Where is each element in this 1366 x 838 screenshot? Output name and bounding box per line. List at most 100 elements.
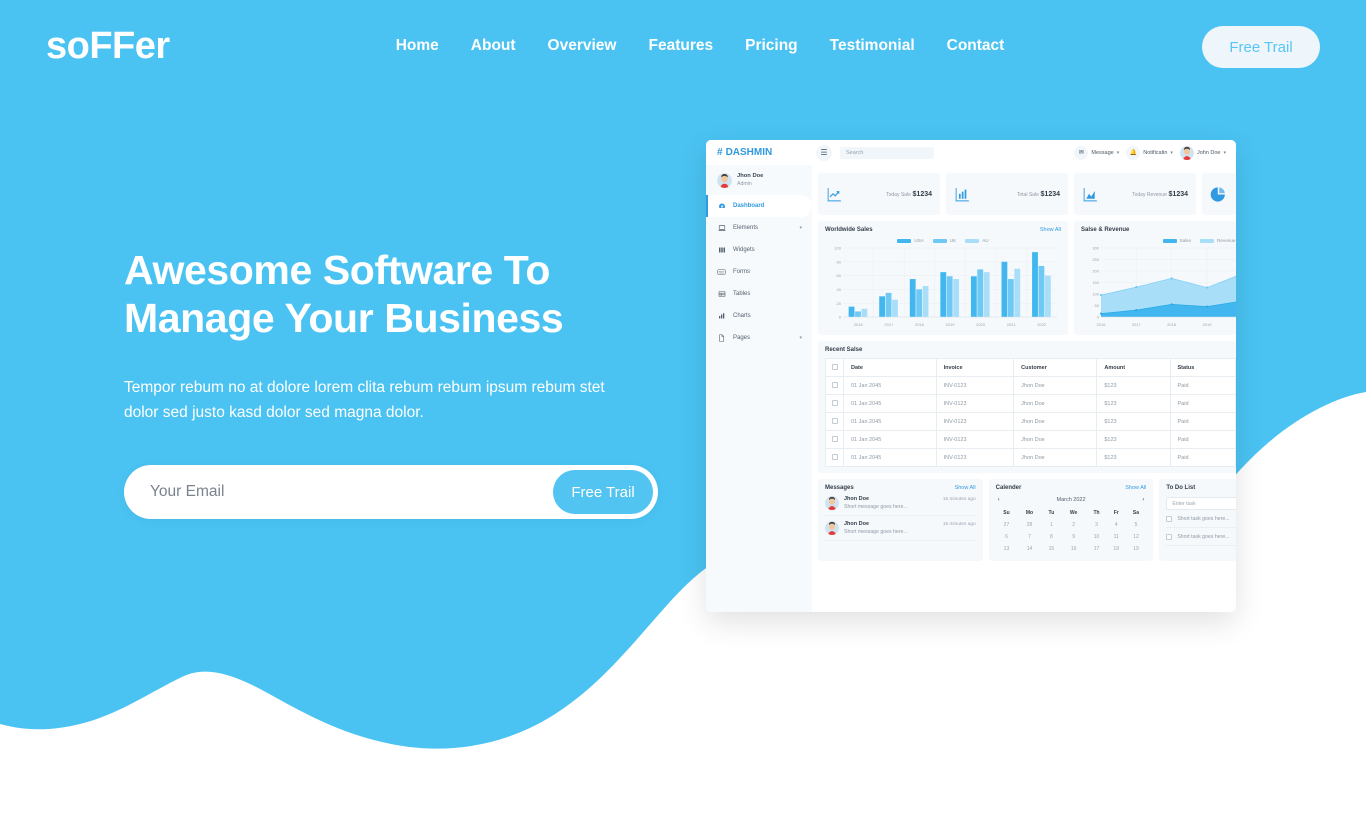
stat-label: Today Revenue <box>1132 191 1167 198</box>
brand-logo[interactable]: soFFer <box>46 27 170 65</box>
calendar-weekday: Th <box>1093 510 1100 516</box>
line-chart-icon <box>826 186 843 203</box>
table-header-row: Date Invoice Customer Amount Status Acti… <box>825 358 1236 377</box>
nav-link-contact[interactable]: Contact <box>947 37 1005 55</box>
svg-text:100: 100 <box>834 246 841 251</box>
sidebar-item-pages[interactable]: Pages ▾ <box>706 327 812 349</box>
legend-swatch <box>897 238 912 243</box>
row-checkbox[interactable] <box>831 417 838 424</box>
stat-card-today-revenue[interactable]: Today Revenue $1234 <box>1074 173 1196 215</box>
calendar-day[interactable]: 15 <box>1042 543 1061 555</box>
nav-free-trial-button[interactable]: Free Trail <box>1202 26 1320 68</box>
stat-card-today-sale[interactable]: Today Sale $1234 <box>818 173 940 215</box>
nav-link-testimonial[interactable]: Testimonial <box>830 37 915 55</box>
keyboard-icon <box>717 268 726 276</box>
calendar-day[interactable]: 18 <box>1107 543 1126 555</box>
row-select-cell[interactable] <box>825 430 844 449</box>
sidebar-item-forms[interactable]: Forms <box>706 261 812 283</box>
row-checkbox[interactable] <box>831 399 838 406</box>
row-select-cell[interactable] <box>825 412 844 431</box>
column-header-customer: Customer <box>1013 358 1098 377</box>
legend-item-revenue: Revenue <box>1200 238 1235 243</box>
hero-title: Awesome Software To Manage Your Business <box>124 246 684 342</box>
calendar-day[interactable]: 2 <box>1061 519 1086 531</box>
row-checkbox[interactable] <box>831 381 838 388</box>
calendar-day[interactable]: 13 <box>996 543 1018 555</box>
chevron-right-icon[interactable]: › <box>1142 497 1144 503</box>
nav-link-pricing[interactable]: Pricing <box>745 37 798 55</box>
sidebar-item-elements[interactable]: Elements ▾ <box>706 217 812 239</box>
stat-card-total-revenue[interactable]: Total Revenue $1234 <box>1202 173 1236 215</box>
chevron-down-icon: ▾ <box>1116 149 1120 156</box>
show-all-link[interactable]: Show All <box>1125 485 1146 491</box>
sidebar-item-tables[interactable]: Tables <box>706 283 812 305</box>
chevron-left-icon[interactable]: ‹ <box>998 497 1000 503</box>
calendar-day[interactable]: 5 <box>1126 519 1147 531</box>
cell-status: Paid <box>1169 412 1236 431</box>
cell-amount: $123 <box>1096 448 1171 467</box>
calendar-day[interactable]: 10 <box>1086 531 1107 543</box>
user-menu[interactable]: John Doe ▾ <box>1179 145 1226 160</box>
sidebar-item-widgets[interactable]: Widgets <box>706 239 812 261</box>
nav-link-overview[interactable]: Overview <box>548 37 617 55</box>
email-input[interactable] <box>150 483 553 501</box>
sidebar-item-label: Dashboard <box>733 203 765 209</box>
calendar-day[interactable]: 11 <box>1107 531 1126 543</box>
sidebar-user[interactable]: Jhon Doe Admin <box>706 168 812 195</box>
row-checkbox[interactable] <box>831 435 838 442</box>
calendar-day[interactable]: 9 <box>1061 531 1086 543</box>
sidebar-item-dashboard[interactable]: Dashboard <box>706 195 812 217</box>
message-menu[interactable]: ✉ Message ▾ <box>1074 145 1120 160</box>
calendar-day[interactable]: 1 <box>1042 519 1061 531</box>
row-select-cell[interactable] <box>825 376 844 395</box>
calendar-day[interactable]: 28 <box>1017 519 1041 531</box>
calendar-day[interactable]: 4 <box>1107 519 1126 531</box>
message-item[interactable]: Jhon Doe 15 minutes ago Short message goes… <box>825 516 976 541</box>
panel-title: Messages <box>825 485 854 491</box>
stat-card-total-sale[interactable]: Total Sale $1234 <box>946 173 1068 215</box>
nav-link-about[interactable]: About <box>471 37 516 55</box>
calendar-day[interactable]: 14 <box>1017 543 1041 555</box>
avatar <box>1179 145 1194 160</box>
row-checkbox[interactable] <box>831 453 838 460</box>
calendar-day[interactable]: 6 <box>996 531 1018 543</box>
cell-date: 01 Jan 2045 <box>843 394 937 413</box>
nav-link-features[interactable]: Features <box>648 37 713 55</box>
row-select-cell[interactable] <box>825 448 844 467</box>
dashboard-topbar-actions: ✉ Message ▾ 🔔 Notificatin ▾ John Doe ▾ <box>1074 145 1236 160</box>
show-all-link[interactable]: Show All <box>1040 227 1061 233</box>
panel-title: Calender <box>995 485 1022 491</box>
todo-checkbox[interactable] <box>1166 533 1173 540</box>
calendar-day[interactable]: 3 <box>1086 519 1107 531</box>
hero-free-trial-button[interactable]: Free Trail <box>553 470 653 514</box>
calendar-day[interactable]: 8 <box>1042 531 1061 543</box>
sidebar-item-charts[interactable]: Charts <box>706 305 812 327</box>
calendar-day[interactable]: 12 <box>1126 531 1147 543</box>
legend-label: Salse <box>1179 238 1192 243</box>
svg-text:2017: 2017 <box>884 322 894 327</box>
notification-menu[interactable]: 🔔 Notificatin ▾ <box>1126 145 1173 160</box>
cell-customer: Jhon Doe <box>1013 412 1098 431</box>
show-all-link[interactable]: Show All <box>955 485 976 491</box>
nav-link-home[interactable]: Home <box>396 37 439 55</box>
dashboard-search-input[interactable]: Search <box>840 146 934 159</box>
table-row: 01 Jan 2045INV-0123Jhon Doe$123PaidDetai… <box>825 394 1236 413</box>
row-select-cell[interactable] <box>825 394 844 413</box>
dashboard-logo[interactable]: # DASHMIN <box>706 147 812 158</box>
calendar-day[interactable]: 16 <box>1061 543 1086 555</box>
select-all-cell[interactable] <box>825 358 844 377</box>
legend-label: USA <box>914 238 924 243</box>
calendar-day[interactable]: 7 <box>1017 531 1041 543</box>
calendar-day[interactable]: 19 <box>1126 543 1147 555</box>
todo-checkbox[interactable] <box>1166 515 1173 522</box>
table-icon <box>717 290 726 298</box>
menu-toggle-icon[interactable]: ☰ <box>816 144 832 161</box>
calendar-day[interactable]: 27 <box>996 519 1018 531</box>
select-all-checkbox[interactable] <box>831 363 838 370</box>
svg-text:2016: 2016 <box>854 322 864 327</box>
message-item[interactable]: Jhon Doe 15 minutes ago Short message goes… <box>825 491 976 516</box>
todo-input[interactable] <box>1166 497 1236 510</box>
cell-invoice: INV-0123 <box>935 430 1015 449</box>
legend-label: AU <box>982 238 989 243</box>
calendar-day[interactable]: 17 <box>1086 543 1107 555</box>
